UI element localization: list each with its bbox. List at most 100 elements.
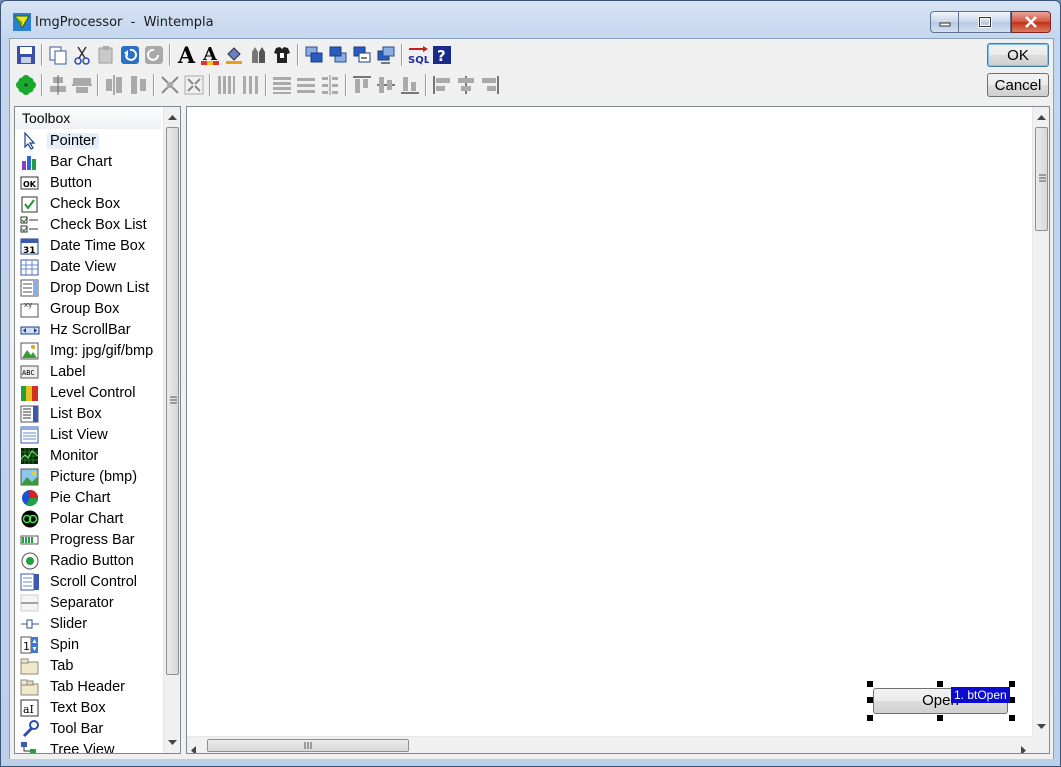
toolbox-item-list-view[interactable]: List View: [15, 424, 161, 445]
canvas-vertical-scrollbar[interactable]: [1032, 107, 1049, 737]
toolbox-item-scroll-control[interactable]: Scroll Control: [15, 571, 161, 592]
toolbox-item-label[interactable]: ABC Label: [15, 361, 161, 382]
toolbox-item-tab[interactable]: Tab: [15, 655, 161, 676]
space-vertical-button[interactable]: [126, 73, 150, 97]
grid-rows-button[interactable]: [318, 73, 342, 97]
send-backward-button[interactable]: [326, 43, 350, 67]
toolbox-item-radio-button[interactable]: Radio Button: [15, 550, 161, 571]
scroll-left-arrow[interactable]: [191, 742, 197, 753]
scroll-down-arrow[interactable]: [164, 734, 180, 751]
ok-button[interactable]: OK: [987, 43, 1049, 67]
bring-forward-button[interactable]: [302, 43, 326, 67]
toolbox-item-tool-bar[interactable]: Tool Bar: [15, 718, 161, 739]
align-center-button[interactable]: [454, 73, 478, 97]
align-right-button[interactable]: [478, 73, 502, 97]
paste-button[interactable]: [94, 43, 118, 67]
toolbox-item-polar-chart[interactable]: Polar Chart: [15, 508, 161, 529]
resize-handle[interactable]: [867, 715, 873, 721]
toolbox-item-drop-down-list[interactable]: Drop Down List: [15, 277, 161, 298]
scroll-right-arrow[interactable]: [1021, 742, 1027, 753]
toolbox-item-picture-bmp[interactable]: Picture (bmp): [15, 466, 161, 487]
resize-handle[interactable]: [867, 681, 873, 687]
toolbox-item-monitor[interactable]: Monitor: [15, 445, 161, 466]
toolbox-item-group-box[interactable]: xy Group Box: [15, 298, 161, 319]
toolbox-item-check-box[interactable]: Check Box: [15, 193, 161, 214]
toolbox-item-img-jpg-gif-bmp[interactable]: Img: jpg/gif/bmp: [15, 340, 161, 361]
toolbox-item-label: Tool Bar: [50, 720, 104, 737]
save-button[interactable]: [14, 43, 38, 67]
grip-icon: [170, 396, 177, 404]
maximize-button[interactable]: [959, 11, 1011, 33]
undo-button[interactable]: [118, 43, 142, 67]
scroll-up-arrow[interactable]: [1033, 109, 1049, 126]
cancel-button[interactable]: Cancel: [987, 73, 1049, 97]
distribute-columns-alt-button[interactable]: [238, 73, 262, 97]
resize-handle[interactable]: [937, 681, 943, 687]
progress-bar-icon: [20, 531, 40, 549]
distribute-rows-alt-button[interactable]: [294, 73, 318, 97]
sql-button[interactable]: SQL: [406, 43, 430, 67]
toolbox-item-level-control[interactable]: Level Control: [15, 382, 161, 403]
fill-color-button[interactable]: [222, 43, 246, 67]
center-horizontal-button[interactable]: [46, 73, 70, 97]
title-bar[interactable]: ImgProcessor - Wintempla: [1, 1, 1060, 39]
toolbox-item-tab-header[interactable]: Tab Header: [15, 676, 161, 697]
distribute-columns-button[interactable]: [214, 73, 238, 97]
minimize-button[interactable]: [930, 11, 959, 33]
align-top-button[interactable]: [350, 73, 374, 97]
font-button[interactable]: A: [174, 43, 198, 67]
scroll-up-arrow[interactable]: [164, 109, 180, 126]
align-left-button[interactable]: [430, 73, 454, 97]
resize-handle[interactable]: [1009, 697, 1015, 703]
resize-handle[interactable]: [1009, 715, 1015, 721]
shrink-button[interactable]: [182, 73, 206, 97]
help-button[interactable]: ?: [430, 43, 454, 67]
pencils-button[interactable]: [246, 43, 270, 67]
canvas-horizontal-scrollbar[interactable]: [187, 736, 1033, 753]
canvas-hscroll-thumb[interactable]: [207, 739, 409, 752]
toolbox-item-date-time-box[interactable]: 31 Date Time Box: [15, 235, 161, 256]
align-middle-icon: [377, 77, 395, 93]
resize-handle[interactable]: [937, 715, 943, 721]
distribute-rows-button[interactable]: [270, 73, 294, 97]
toolbox-item-progress-bar[interactable]: Progress Bar: [15, 529, 161, 550]
font-color-button[interactable]: A: [198, 43, 222, 67]
align-middle-button[interactable]: [374, 73, 398, 97]
toolbox-item-separator[interactable]: Separator: [15, 592, 161, 613]
toolbox-item-date-view[interactable]: Date View: [15, 256, 161, 277]
toolbox-item-pie-chart[interactable]: Pie Chart: [15, 487, 161, 508]
toolbox-item-check-box-list[interactable]: Check Box List: [15, 214, 161, 235]
toolbox-item-pointer[interactable]: Pointer: [15, 130, 161, 151]
toolbox-item-label: Radio Button: [50, 552, 134, 569]
align-bottom-button[interactable]: [398, 73, 422, 97]
cut-button[interactable]: [70, 43, 94, 67]
design-canvas[interactable]: Open 1. btOpen: [186, 106, 1050, 754]
close-button[interactable]: [1011, 11, 1051, 33]
tshirt-button[interactable]: [270, 43, 294, 67]
toolbox-item-hz-scrollbar[interactable]: Hz ScrollBar: [15, 319, 161, 340]
space-horizontal-button[interactable]: [102, 73, 126, 97]
toolbox-item-button[interactable]: OK Button: [15, 172, 161, 193]
spin-icon: 1: [20, 636, 40, 654]
toolbox-scrollbar[interactable]: [163, 107, 180, 753]
slider-icon: [20, 615, 40, 633]
redo-button[interactable]: [142, 43, 166, 67]
toolbox-scroll-thumb[interactable]: [166, 127, 179, 675]
tab-order-button[interactable]: [374, 43, 398, 67]
resize-handle[interactable]: [867, 697, 873, 703]
toolbox-item-bar-chart[interactable]: Bar Chart: [15, 151, 161, 172]
resize-handle[interactable]: [1009, 681, 1015, 687]
same-size-button[interactable]: [158, 73, 182, 97]
toolbox-item-text-box[interactable]: aI Text Box: [15, 697, 161, 718]
scroll-down-arrow[interactable]: [1033, 718, 1049, 735]
redo-icon: [145, 46, 163, 64]
toolbox-item-slider[interactable]: Slider: [15, 613, 161, 634]
center-vertical-button[interactable]: [70, 73, 94, 97]
flower-button[interactable]: [14, 73, 38, 97]
toolbox-item-tree-view[interactable]: Tree View: [15, 739, 161, 753]
toolbox-item-spin[interactable]: 1 Spin: [15, 634, 161, 655]
copy-button[interactable]: [46, 43, 70, 67]
canvas-vscroll-thumb[interactable]: [1035, 127, 1048, 231]
toolbox-item-list-box[interactable]: List Box: [15, 403, 161, 424]
swap-order-button[interactable]: [350, 43, 374, 67]
